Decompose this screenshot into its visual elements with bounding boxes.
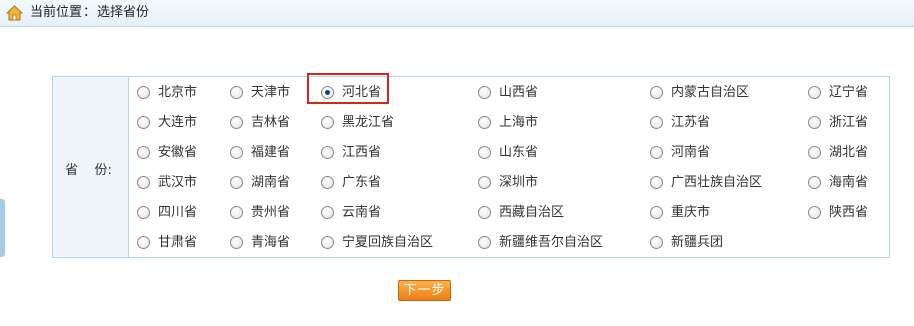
province-option-label: 湖北省 [829, 145, 869, 160]
field-label-cell: 省 份: [53, 77, 129, 257]
province-radio[interactable] [650, 236, 663, 249]
province-option-label: 武汉市 [158, 175, 198, 190]
province-radio[interactable] [808, 86, 821, 99]
breadcrumb: 当前位置：选择省份 [30, 5, 149, 21]
province-field-label: 省 份: [65, 163, 112, 178]
province-radio[interactable] [478, 146, 491, 159]
province-option-label: 辽宁省 [829, 85, 869, 100]
province-option-label: 江苏省 [671, 115, 711, 130]
province-radio[interactable] [321, 116, 334, 129]
province-option-label: 贵州省 [251, 205, 291, 220]
province-option-label: 安徽省 [158, 145, 198, 160]
home-icon [6, 5, 23, 21]
province-option-label: 大连市 [158, 115, 198, 130]
province-radio[interactable] [230, 236, 243, 249]
province-option-label: 青海省 [251, 235, 291, 250]
selection-highlight [307, 73, 389, 104]
province-option-label: 广东省 [342, 175, 382, 190]
page-title: 选择省份 [97, 5, 150, 20]
province-option-label: 宁夏回族自治区 [342, 235, 434, 250]
province-option-label: 新疆兵团 [671, 235, 724, 250]
province-radio[interactable] [321, 206, 334, 219]
province-option-label: 吉林省 [251, 115, 291, 130]
province-option-label: 西藏自治区 [499, 205, 565, 220]
province-radio[interactable] [808, 146, 821, 159]
province-option-label: 深圳市 [499, 175, 539, 190]
province-radio[interactable] [650, 176, 663, 189]
province-radio[interactable] [808, 116, 821, 129]
province-radio[interactable] [650, 146, 663, 159]
province-radio[interactable] [808, 206, 821, 219]
province-option-label: 山西省 [499, 85, 539, 100]
province-option-label: 云南省 [342, 205, 382, 220]
province-radio[interactable] [808, 176, 821, 189]
province-option-label: 甘肃省 [158, 235, 198, 250]
province-option-label: 湖南省 [251, 175, 291, 190]
breadcrumb-separator: ： [83, 5, 97, 20]
province-option-label: 福建省 [251, 145, 291, 160]
province-radio[interactable] [137, 236, 150, 249]
province-form: 省 份: 北京市 天津市 河北省 山西省 内蒙古自治区 辽宁省 大连市 吉林省 黑龙江省 上海市江… [52, 76, 890, 258]
province-option-label: 上海市 [499, 115, 539, 130]
province-radio[interactable] [230, 206, 243, 219]
province-radio[interactable] [478, 86, 491, 99]
province-radio[interactable] [137, 116, 150, 129]
next-step-button[interactable]: 下一步 [398, 280, 451, 301]
province-option-label: 重庆市 [671, 205, 711, 220]
province-option-label: 北京市 [158, 85, 198, 100]
province-option-label: 天津市 [251, 85, 291, 100]
province-option-label: 浙江省 [829, 115, 869, 130]
province-radio[interactable] [230, 146, 243, 159]
province-radio[interactable] [137, 206, 150, 219]
province-radio[interactable] [137, 86, 150, 99]
province-option-label: 黑龙江省 [342, 115, 395, 130]
province-option-label: 四川省 [158, 205, 198, 220]
province-option-label: 广西壮族自治区 [671, 175, 763, 190]
province-radio[interactable] [230, 176, 243, 189]
province-option-label: 河南省 [671, 145, 711, 160]
province-option-label: 海南省 [829, 175, 869, 190]
province-option-label: 内蒙古自治区 [671, 85, 750, 100]
province-radio[interactable] [230, 86, 243, 99]
province-radio[interactable] [478, 116, 491, 129]
province-option-label: 新疆维吾尔自治区 [499, 235, 604, 250]
header-bar: 当前位置：选择省份 [0, 0, 914, 27]
province-radio[interactable] [478, 206, 491, 219]
province-option-label: 陕西省 [829, 205, 869, 220]
province-radio[interactable] [137, 146, 150, 159]
province-radio[interactable] [478, 236, 491, 249]
province-radio[interactable] [478, 176, 491, 189]
province-radio[interactable] [230, 116, 243, 129]
province-option-label: 山东省 [499, 145, 539, 160]
province-radio[interactable] [321, 236, 334, 249]
province-radio[interactable] [321, 146, 334, 159]
province-radio[interactable] [650, 86, 663, 99]
province-radio[interactable] [321, 176, 334, 189]
breadcrumb-location-label: 当前位置 [30, 5, 83, 20]
province-radio[interactable] [137, 176, 150, 189]
side-collapse-tab[interactable] [0, 199, 5, 257]
province-radio[interactable] [650, 116, 663, 129]
province-option-label: 江西省 [342, 145, 382, 160]
province-radio[interactable] [650, 206, 663, 219]
